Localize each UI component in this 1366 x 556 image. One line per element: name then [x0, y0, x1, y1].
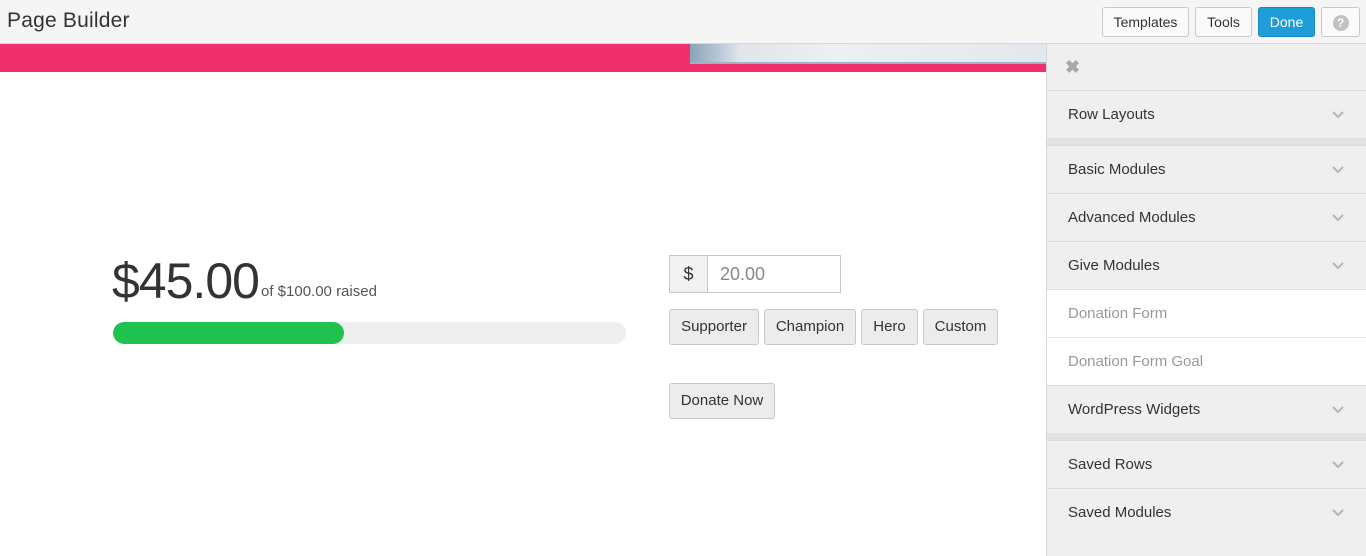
level-custom-button[interactable]: Custom — [923, 309, 998, 345]
chevron-down-icon — [1332, 262, 1344, 270]
module-label: Donation Form Goal — [1068, 353, 1204, 370]
module-donation-form[interactable]: Donation Form — [1047, 289, 1366, 337]
goal-text: of $100.00 raised — [261, 283, 377, 300]
section-label: WordPress Widgets — [1068, 401, 1201, 418]
level-champion-button[interactable]: Champion — [764, 309, 856, 345]
progress-bar — [113, 322, 626, 344]
section-row-layouts[interactable]: Row Layouts — [1047, 90, 1366, 138]
builder-panel: ✖ Row Layouts Basic Modules Advanced Mod… — [1046, 44, 1366, 556]
raised-amount: $45.00 — [112, 253, 260, 309]
donate-now-button[interactable]: Donate Now — [669, 383, 775, 419]
donation-amount-input[interactable] — [707, 255, 841, 293]
close-icon[interactable]: ✖ — [1065, 57, 1080, 78]
help-button[interactable]: ? — [1321, 7, 1360, 37]
progress-fill — [113, 322, 344, 344]
chevron-down-icon — [1332, 214, 1344, 222]
done-button[interactable]: Done — [1258, 7, 1315, 37]
chevron-down-icon — [1332, 509, 1344, 517]
tools-button[interactable]: Tools — [1195, 7, 1252, 37]
top-toolbar: Page Builder Templates Tools Done ? — [0, 0, 1366, 44]
chevron-down-icon — [1332, 461, 1344, 469]
module-donation-form-goal[interactable]: Donation Form Goal — [1047, 337, 1366, 385]
section-divider — [1047, 138, 1366, 145]
help-icon: ? — [1332, 15, 1349, 31]
app-title: Page Builder — [7, 9, 130, 32]
section-advanced-modules[interactable]: Advanced Modules — [1047, 193, 1366, 241]
section-saved-rows[interactable]: Saved Rows — [1047, 440, 1366, 488]
section-label: Advanced Modules — [1068, 209, 1196, 226]
section-wordpress-widgets[interactable]: WordPress Widgets — [1047, 385, 1366, 433]
page-canvas: $45.00 of $100.00 raised $ Supporter Cha… — [0, 44, 1046, 556]
chevron-down-icon — [1332, 406, 1344, 414]
chevron-down-icon — [1332, 111, 1344, 119]
section-label: Give Modules — [1068, 257, 1160, 274]
section-label: Saved Modules — [1068, 504, 1172, 521]
section-label: Row Layouts — [1068, 106, 1155, 123]
section-label: Saved Rows — [1068, 456, 1153, 473]
chevron-down-icon — [1332, 166, 1344, 174]
templates-button[interactable]: Templates — [1102, 7, 1189, 37]
header-photo — [690, 44, 1046, 64]
section-label: Basic Modules — [1068, 161, 1166, 178]
module-label: Donation Form — [1068, 305, 1168, 322]
level-hero-button[interactable]: Hero — [861, 309, 918, 345]
currency-symbol: $ — [669, 255, 708, 293]
section-give-modules[interactable]: Give Modules — [1047, 241, 1366, 289]
section-basic-modules[interactable]: Basic Modules — [1047, 145, 1366, 193]
level-supporter-button[interactable]: Supporter — [669, 309, 759, 345]
section-saved-modules[interactable]: Saved Modules — [1047, 488, 1366, 536]
section-divider — [1047, 433, 1366, 440]
